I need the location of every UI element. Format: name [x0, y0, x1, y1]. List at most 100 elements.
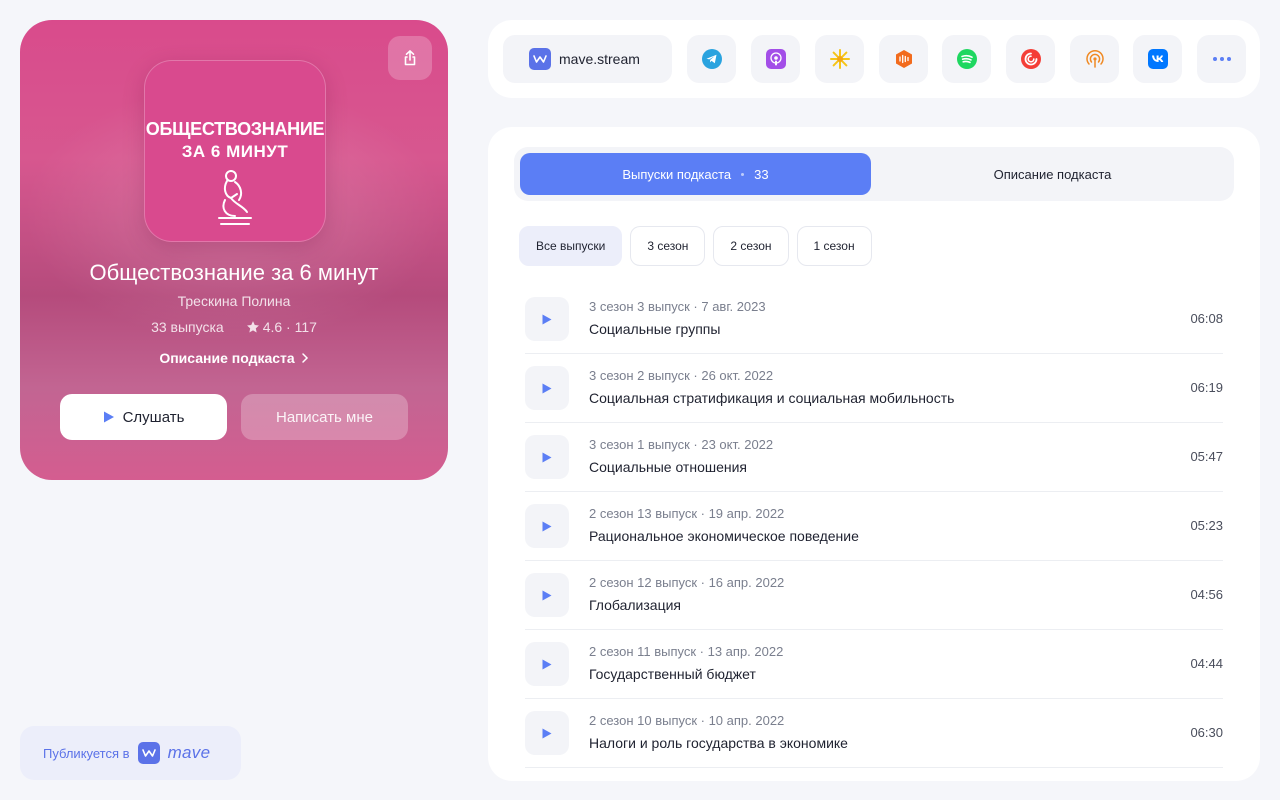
episode-title: Социальные группы	[589, 321, 721, 337]
episode-title: Налоги и роль государства в экономике	[589, 735, 848, 751]
tab-episodes[interactable]: Выпуски подкаста 33	[520, 153, 871, 195]
episode-duration: 06:19	[1190, 380, 1223, 395]
platform-mave-stream[interactable]: mave.stream	[503, 35, 672, 83]
episode-row[interactable]: 2 сезон 10 выпуск · 10 апр. 2022 Налоги …	[525, 699, 1223, 768]
podcast-cover: ОБЩЕСТВОЗНАНИЕ ЗА 6 МИНУТ	[144, 60, 326, 242]
tab-episodes-count: 33	[754, 166, 769, 182]
platform-soundstream[interactable]	[879, 35, 928, 83]
episode-title: Социальные отношения	[589, 459, 748, 475]
episode-play-button[interactable]	[525, 573, 569, 617]
tab-episodes-label: Выпуски подкаста	[622, 166, 732, 182]
episode-play-button[interactable]	[525, 366, 569, 410]
season-chip-3[interactable]: 3 сезон	[630, 226, 706, 266]
pocket-casts-icon	[1020, 49, 1041, 69]
platform-spotify[interactable]	[942, 35, 991, 83]
episode-title: Рациональное экономическое поведение	[589, 528, 859, 544]
mave-stream-icon	[529, 48, 551, 70]
episode-meta: 3 сезон 1 выпуск · 23 окт. 2022	[589, 437, 774, 452]
podcast-author: Трескина Полина	[177, 293, 291, 309]
episode-meta: 2 сезон 10 выпуск · 10 апр. 2022	[589, 713, 785, 728]
episode-row[interactable]: 2 сезон 12 выпуск · 16 апр. 2022 Глобали…	[525, 561, 1223, 630]
podcast-stats: 33 выпуска 4.6 · 117	[20, 319, 448, 335]
episode-duration: 04:44	[1190, 656, 1223, 671]
play-icon	[542, 383, 552, 393]
episode-duration: 05:47	[1190, 449, 1223, 464]
play-icon	[542, 452, 552, 462]
podcast-description-link[interactable]: Описание подкаста	[20, 350, 448, 366]
episode-meta: 2 сезон 13 выпуск · 19 апр. 2022	[589, 506, 785, 521]
season-chip-1[interactable]: 1 сезон	[796, 226, 872, 266]
mave-wordmark: mave	[167, 743, 211, 762]
episode-play-button[interactable]	[525, 504, 569, 548]
yandex-music-icon	[829, 49, 850, 69]
write-me-label: Написать мне	[276, 408, 373, 426]
listen-button-label: Слушать	[122, 408, 185, 426]
play-icon	[542, 590, 552, 600]
play-icon	[542, 521, 552, 531]
star-icon	[246, 321, 259, 333]
published-label: Публикуется в	[43, 745, 130, 761]
season-chip-2[interactable]: 2 сезон	[713, 226, 789, 266]
cover-title-line2: ЗА 6 МИНУТ	[181, 142, 289, 161]
episode-meta: 3 сезон 3 выпуск · 7 авг. 2023	[589, 299, 766, 314]
episode-play-button[interactable]	[525, 435, 569, 479]
episode-play-button[interactable]	[525, 297, 569, 341]
episode-meta: 2 сезон 11 выпуск · 13 апр. 2022	[589, 644, 784, 659]
play-icon	[542, 659, 552, 669]
episode-title: Социальная стратификация и социальная мо…	[589, 390, 955, 406]
episodes-panel: Выпуски подкаста 33 Описание подкаста Вс…	[488, 127, 1260, 781]
rating: 4.6 · 117	[246, 319, 317, 335]
listen-button[interactable]: Слушать	[60, 394, 227, 440]
platform-castbox[interactable]	[1070, 35, 1119, 83]
platforms-bar: mave.stream	[488, 20, 1260, 98]
episode-meta: 3 сезон 2 выпуск · 26 окт. 2022	[589, 368, 774, 383]
platform-vk[interactable]	[1133, 35, 1182, 83]
share-button[interactable]	[388, 36, 432, 80]
episode-duration: 04:56	[1190, 587, 1223, 602]
episodes-count: 33 выпуска	[151, 319, 224, 335]
content-tabs: Выпуски подкаста 33 Описание подкаста	[514, 147, 1234, 201]
episode-meta: 2 сезон 12 выпуск · 16 апр. 2022	[589, 575, 785, 590]
published-on-mave-badge[interactable]: Публикуется в mave	[20, 726, 241, 780]
episode-row[interactable]: 3 сезон 1 выпуск · 23 окт. 2022 Социальн…	[525, 423, 1223, 492]
episode-title: Государственный бюджет	[589, 666, 756, 682]
tab-description-label: Описание подкаста	[993, 166, 1112, 182]
season-filter: Все выпуски 3 сезон 2 сезон 1 сезон	[519, 226, 872, 266]
apple-podcasts-icon	[765, 49, 786, 69]
episode-list: 3 сезон 3 выпуск · 7 авг. 2023 Социальны…	[525, 285, 1223, 768]
play-icon	[542, 728, 552, 738]
episode-row[interactable]: 2 сезон 13 выпуск · 19 апр. 2022 Рациона…	[525, 492, 1223, 561]
episode-play-button[interactable]	[525, 642, 569, 686]
thinker-statue-icon	[218, 170, 252, 225]
mave-stream-label: mave.stream	[559, 51, 640, 67]
episode-duration: 06:30	[1190, 725, 1223, 740]
tab-description[interactable]: Описание подкаста	[877, 153, 1228, 195]
episode-play-button[interactable]	[525, 711, 569, 755]
platform-pocket-casts[interactable]	[1006, 35, 1055, 83]
episode-duration: 06:08	[1190, 311, 1223, 326]
castbox-icon	[1085, 49, 1104, 68]
episode-row[interactable]: 3 сезон 2 выпуск · 26 окт. 2022 Социальн…	[525, 354, 1223, 423]
episode-row[interactable]: 3 сезон 3 выпуск · 7 авг. 2023 Социальны…	[525, 285, 1223, 354]
platform-telegram[interactable]	[687, 35, 736, 83]
season-chip-all[interactable]: Все выпуски	[519, 226, 623, 266]
share-icon	[404, 50, 416, 66]
cover-title-line1: ОБЩЕСТВОЗНАНИЕ	[145, 119, 325, 139]
spotify-icon	[956, 49, 977, 69]
soundstream-icon	[895, 50, 912, 68]
chevron-right-icon	[301, 353, 308, 363]
episode-duration: 05:23	[1190, 518, 1223, 533]
platform-more[interactable]	[1197, 35, 1246, 83]
platform-apple-podcasts[interactable]	[751, 35, 800, 83]
mave-logo-icon	[137, 742, 160, 764]
more-icon	[1212, 57, 1231, 61]
episode-row[interactable]: 2 сезон 11 выпуск · 13 апр. 2022 Государ…	[525, 630, 1223, 699]
episode-title: Глобализация	[589, 597, 682, 613]
play-icon	[542, 314, 552, 324]
vk-icon	[1147, 49, 1168, 69]
platform-yandex-music[interactable]	[815, 35, 864, 83]
podcast-card: ОБЩЕСТВОЗНАНИЕ ЗА 6 МИНУТ Обществознание…	[20, 20, 448, 480]
description-link-label: Описание подкаста	[159, 350, 295, 366]
write-me-button[interactable]: Написать мне	[241, 394, 408, 440]
rating-value: 4.6 · 117	[262, 319, 317, 335]
